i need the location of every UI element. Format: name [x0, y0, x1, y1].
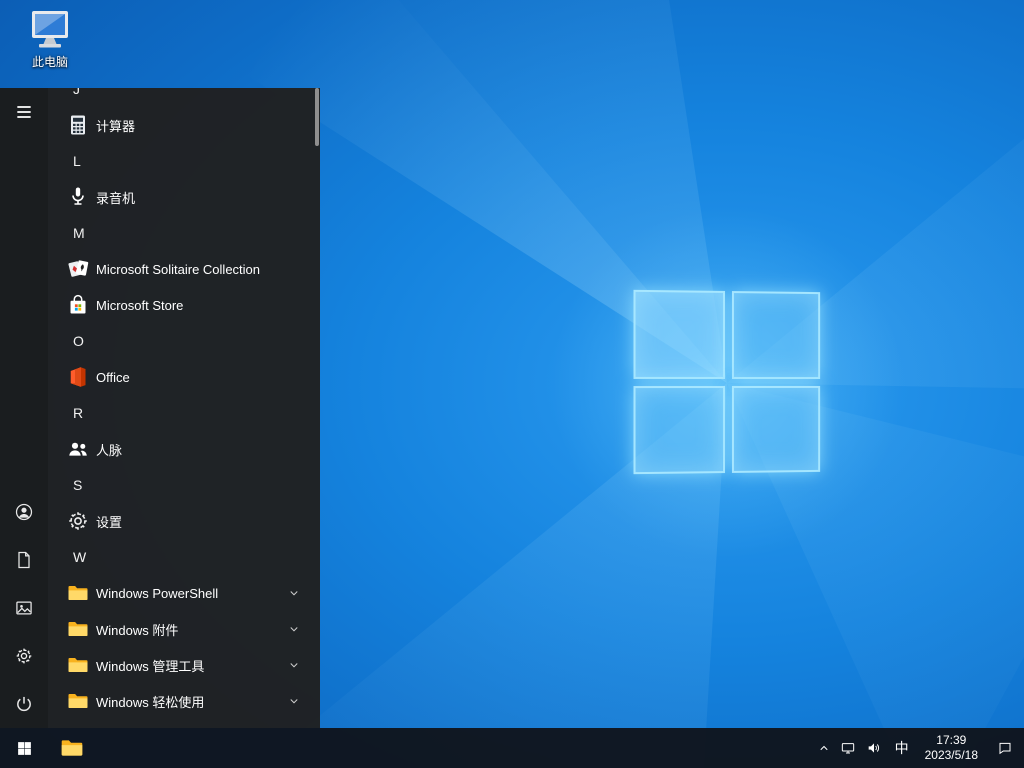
- app-list-item[interactable]: Microsoft Store: [48, 287, 320, 323]
- logo-pane: [731, 385, 821, 473]
- chevron-down-icon[interactable]: [288, 695, 300, 707]
- clock-time: 17:39: [936, 733, 967, 747]
- picture-icon: [14, 598, 34, 618]
- app-folder-item[interactable]: Windows PowerShell: [48, 575, 320, 611]
- system-tray: 中 17:39 2023/5/18: [813, 728, 1024, 768]
- solitaire-icon: [66, 257, 90, 281]
- notification-icon: [997, 740, 1013, 756]
- document-icon: [14, 550, 34, 570]
- start-menu-rail: [0, 88, 48, 728]
- logo-pane: [633, 385, 725, 475]
- app-section-header[interactable]: M: [48, 215, 320, 251]
- clock-date: 2023/5/18: [924, 748, 978, 762]
- start-button[interactable]: [0, 728, 48, 768]
- clock[interactable]: 17:39 2023/5/18: [917, 728, 986, 768]
- app-label: 人脉: [96, 442, 123, 458]
- app-list-item[interactable]: [48, 719, 320, 728]
- app-section-header[interactable]: R: [48, 395, 320, 431]
- app-folder-item[interactable]: Windows 轻松使用: [48, 683, 320, 719]
- desktop-icon-this-pc[interactable]: 此电脑: [10, 8, 90, 70]
- app-label: 设置: [96, 514, 123, 530]
- file-explorer-button[interactable]: [48, 728, 96, 768]
- store-icon: [66, 293, 90, 317]
- calculator-icon: [66, 113, 90, 137]
- desktop-icon-label: 此电脑: [31, 55, 68, 69]
- folder-icon: [66, 617, 90, 641]
- app-section-header[interactable]: L: [48, 143, 320, 179]
- app-section-header[interactable]: O: [48, 323, 320, 359]
- app-list-item[interactable]: Microsoft Solitaire Collection: [48, 251, 320, 287]
- app-label: Windows 轻松使用: [96, 694, 205, 710]
- app-list-item[interactable]: 录音机: [48, 179, 320, 215]
- chevron-up-icon: [818, 742, 830, 754]
- app-list-item[interactable]: Office: [48, 359, 320, 395]
- tray-overflow-button[interactable]: [813, 728, 835, 768]
- ime-indicator[interactable]: 中: [887, 728, 917, 768]
- start-app-list: J 计算器 L 录音机 M Microsoft Solitaire Collection M…: [48, 88, 320, 728]
- app-label: 录音机: [96, 190, 136, 206]
- settings-button[interactable]: [0, 632, 48, 680]
- office-icon: [66, 365, 90, 389]
- network-button[interactable]: [835, 728, 861, 768]
- folder-icon: [66, 653, 90, 677]
- app-label: Windows 管理工具: [96, 658, 205, 674]
- app-list-item[interactable]: 计算器: [48, 107, 320, 143]
- app-list-item[interactable]: 人脉: [48, 431, 320, 467]
- app-label: Windows PowerShell: [96, 585, 219, 601]
- app-section-header[interactable]: S: [48, 467, 320, 503]
- app-section-header[interactable]: W: [48, 539, 320, 575]
- expand-menu-button[interactable]: [0, 88, 48, 136]
- chevron-down-icon[interactable]: [288, 659, 300, 671]
- volume-button[interactable]: [861, 728, 887, 768]
- app-label: Microsoft Solitaire Collection: [96, 261, 261, 277]
- documents-button[interactable]: [0, 536, 48, 584]
- chevron-down-icon[interactable]: [288, 587, 300, 599]
- chevron-down-icon[interactable]: [288, 623, 300, 635]
- app-label: Windows 附件: [96, 622, 179, 638]
- windows-logo: [633, 289, 821, 475]
- folder-icon: [59, 735, 85, 761]
- power-button[interactable]: [0, 680, 48, 728]
- microphone-icon: [66, 185, 90, 209]
- app-label: 计算器: [96, 118, 136, 134]
- app-section-header[interactable]: J: [48, 88, 320, 107]
- computer-icon: [26, 8, 74, 52]
- hamburger-icon: [14, 102, 34, 122]
- logo-pane: [731, 291, 821, 379]
- action-center-button[interactable]: [986, 728, 1024, 768]
- scrollbar-thumb[interactable]: [315, 88, 319, 146]
- app-label: Office: [96, 369, 130, 385]
- windows-flag-icon: [16, 740, 33, 757]
- user-icon: [14, 502, 34, 522]
- power-icon: [14, 694, 34, 714]
- people-icon: [66, 437, 90, 461]
- start-menu: J 计算器 L 录音机 M Microsoft Solitaire Collection M…: [0, 88, 320, 728]
- folder-icon: [66, 581, 90, 605]
- folder-icon: [66, 689, 90, 713]
- gear-icon: [14, 646, 34, 666]
- network-icon: [840, 740, 856, 756]
- gear-icon: [66, 509, 90, 533]
- speaker-icon: [866, 740, 882, 756]
- app-label: Microsoft Store: [96, 297, 184, 313]
- app-list-item[interactable]: 设置: [48, 503, 320, 539]
- pictures-button[interactable]: [0, 584, 48, 632]
- app-folder-item[interactable]: Windows 管理工具: [48, 647, 320, 683]
- app-folder-item[interactable]: Windows 附件: [48, 611, 320, 647]
- account-button[interactable]: [0, 488, 48, 536]
- taskbar: 中 17:39 2023/5/18: [0, 728, 1024, 768]
- logo-pane: [633, 289, 725, 379]
